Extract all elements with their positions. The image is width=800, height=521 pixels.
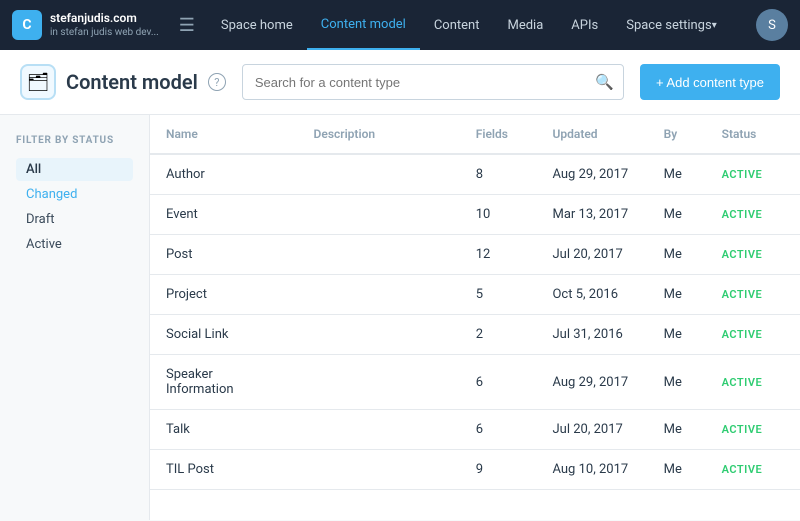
cell-status: ACTIVE bbox=[706, 154, 800, 195]
nav-link-content[interactable]: Content bbox=[420, 0, 494, 50]
cell-fields: 2 bbox=[460, 315, 537, 355]
sidebar-filter-changed[interactable]: Changed bbox=[16, 183, 133, 206]
sidebar-filter-active[interactable]: Active bbox=[16, 233, 133, 256]
cell-name: TIL Post bbox=[150, 450, 298, 490]
cell-status: ACTIVE bbox=[706, 275, 800, 315]
cell-updated: Aug 10, 2017 bbox=[536, 450, 647, 490]
col-header-description: Description bbox=[298, 115, 460, 154]
cell-description bbox=[298, 450, 460, 490]
logo-text: stefanjudis.com in stefan judis web dev.… bbox=[50, 11, 159, 40]
table-row[interactable]: Project 5 Oct 5, 2016 Me ACTIVE bbox=[150, 275, 800, 315]
table-container: Name Description Fields Updated By Statu… bbox=[150, 115, 800, 490]
sidebar-filter-draft[interactable]: Draft bbox=[16, 208, 133, 231]
cell-fields: 12 bbox=[460, 235, 537, 275]
cell-fields: 6 bbox=[460, 355, 537, 410]
cell-description bbox=[298, 195, 460, 235]
nav-link-space-settings[interactable]: Space settings bbox=[612, 0, 731, 50]
cell-description bbox=[298, 315, 460, 355]
cell-fields: 5 bbox=[460, 275, 537, 315]
content-area: Name Description Fields Updated By Statu… bbox=[150, 115, 800, 520]
cell-description bbox=[298, 410, 460, 450]
cell-updated: Jul 31, 2016 bbox=[536, 315, 647, 355]
col-header-name: Name bbox=[150, 115, 298, 154]
cell-name: Speaker Information bbox=[150, 355, 298, 410]
content-model-icon: 🗂 bbox=[20, 64, 56, 100]
cell-description bbox=[298, 355, 460, 410]
avatar[interactable]: S bbox=[756, 9, 788, 41]
cell-description bbox=[298, 235, 460, 275]
col-header-fields: Fields bbox=[460, 115, 537, 154]
col-header-by: By bbox=[648, 115, 706, 154]
col-header-status: Status bbox=[706, 115, 800, 154]
sidebar-filter-all[interactable]: All bbox=[16, 158, 133, 181]
cell-updated: Aug 29, 2017 bbox=[536, 154, 647, 195]
cell-by: Me bbox=[648, 410, 706, 450]
logo[interactable]: C stefanjudis.com in stefan judis web de… bbox=[12, 10, 159, 40]
cell-by: Me bbox=[648, 275, 706, 315]
sidebar: Filter by status All Changed Draft Activ… bbox=[0, 115, 150, 520]
table-row[interactable]: Speaker Information 6 Aug 29, 2017 Me AC… bbox=[150, 355, 800, 410]
cell-name: Post bbox=[150, 235, 298, 275]
help-icon[interactable]: ? bbox=[208, 73, 226, 91]
cell-updated: Mar 13, 2017 bbox=[536, 195, 647, 235]
table-row[interactable]: TIL Post 9 Aug 10, 2017 Me ACTIVE bbox=[150, 450, 800, 490]
cell-status: ACTIVE bbox=[706, 315, 800, 355]
filter-label: Filter by status bbox=[16, 135, 133, 146]
search-icon[interactable]: 🔍 bbox=[595, 73, 614, 91]
cell-updated: Jul 20, 2017 bbox=[536, 235, 647, 275]
cell-by: Me bbox=[648, 315, 706, 355]
nav-link-apis[interactable]: APIs bbox=[557, 0, 612, 50]
cell-status: ACTIVE bbox=[706, 235, 800, 275]
page-title: Content model bbox=[66, 70, 198, 94]
cell-updated: Jul 20, 2017 bbox=[536, 410, 647, 450]
search-box: 🔍 bbox=[242, 64, 624, 100]
content-table: Name Description Fields Updated By Statu… bbox=[150, 115, 800, 490]
cell-name: Talk bbox=[150, 410, 298, 450]
table-row[interactable]: Author 8 Aug 29, 2017 Me ACTIVE bbox=[150, 154, 800, 195]
cell-status: ACTIVE bbox=[706, 195, 800, 235]
cell-name: Social Link bbox=[150, 315, 298, 355]
logo-icon: C bbox=[12, 10, 42, 40]
cell-updated: Aug 29, 2017 bbox=[536, 355, 647, 410]
cell-name: Project bbox=[150, 275, 298, 315]
cell-fields: 9 bbox=[460, 450, 537, 490]
table-header-row: Name Description Fields Updated By Statu… bbox=[150, 115, 800, 154]
cell-fields: 6 bbox=[460, 410, 537, 450]
cell-status: ACTIVE bbox=[706, 410, 800, 450]
cell-status: ACTIVE bbox=[706, 450, 800, 490]
add-content-type-button[interactable]: + Add content type bbox=[640, 64, 780, 100]
nav-links: Space home Content model Content Media A… bbox=[207, 0, 756, 50]
nav-link-media[interactable]: Media bbox=[493, 0, 557, 50]
page-header-left: 🗂 Content model ? bbox=[20, 64, 226, 100]
search-input[interactable] bbox=[242, 64, 624, 100]
cell-name: Author bbox=[150, 154, 298, 195]
cell-by: Me bbox=[648, 450, 706, 490]
col-header-updated: Updated bbox=[536, 115, 647, 154]
cell-description bbox=[298, 154, 460, 195]
nav-link-content-model[interactable]: Content model bbox=[307, 0, 420, 50]
table-row[interactable]: Post 12 Jul 20, 2017 Me ACTIVE bbox=[150, 235, 800, 275]
top-navigation: C stefanjudis.com in stefan judis web de… bbox=[0, 0, 800, 50]
cell-fields: 10 bbox=[460, 195, 537, 235]
page-header: 🗂 Content model ? 🔍 + Add content type bbox=[0, 50, 800, 115]
cell-status: ACTIVE bbox=[706, 355, 800, 410]
cell-name: Event bbox=[150, 195, 298, 235]
table-row[interactable]: Social Link 2 Jul 31, 2016 Me ACTIVE bbox=[150, 315, 800, 355]
table-row[interactable]: Talk 6 Jul 20, 2017 Me ACTIVE bbox=[150, 410, 800, 450]
cell-by: Me bbox=[648, 154, 706, 195]
hamburger-icon[interactable]: ☰ bbox=[167, 15, 207, 36]
cell-by: Me bbox=[648, 235, 706, 275]
main-layout: Filter by status All Changed Draft Activ… bbox=[0, 115, 800, 520]
nav-link-space-home[interactable]: Space home bbox=[207, 0, 307, 50]
cell-updated: Oct 5, 2016 bbox=[536, 275, 647, 315]
table-row[interactable]: Event 10 Mar 13, 2017 Me ACTIVE bbox=[150, 195, 800, 235]
cell-fields: 8 bbox=[460, 154, 537, 195]
cell-description bbox=[298, 275, 460, 315]
cell-by: Me bbox=[648, 195, 706, 235]
cell-by: Me bbox=[648, 355, 706, 410]
